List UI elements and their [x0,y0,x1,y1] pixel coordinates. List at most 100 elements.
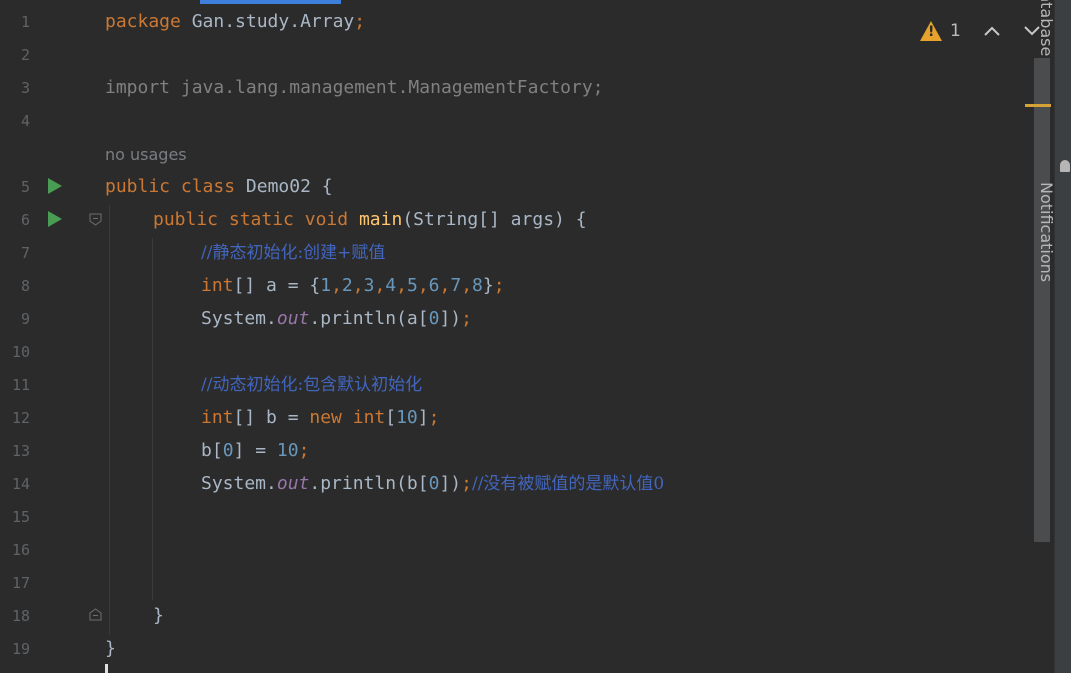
comma: , [352,275,364,296]
code-text: [] b = [233,407,310,428]
vertical-scrollbar[interactable] [1034,58,1050,542]
code-text: b[ [201,440,223,461]
code-line-14[interactable]: System.out.println(b[0]);//没有被赋值的是默认值0 [201,473,665,495]
no-usages-hint[interactable]: no usages [105,145,187,164]
number: 10 [396,407,418,428]
number: 4 [385,275,397,296]
code-text: [ [385,407,397,428]
code-text: .println(a[ [309,308,429,329]
code-line-13[interactable]: b[0] = 10; [201,441,309,461]
comma: , [374,275,386,296]
indent-guide [152,238,153,600]
keyword: public [105,176,171,197]
keyword: package [105,11,181,32]
line-number: 15 [11,508,30,526]
keyword: int [201,275,234,296]
comma: , [417,275,429,296]
comma: , [439,275,451,296]
code-line-5[interactable]: public class Demo02 { [105,177,333,197]
warning-icon[interactable]: ! [920,21,942,41]
class-decl: Demo02 { [235,176,333,197]
number: 2 [341,275,353,296]
semicolon: ; [298,440,310,461]
line-number: 19 [11,640,30,658]
number: 6 [428,275,440,296]
semicolon: ; [428,407,440,428]
line-number: 2 [20,46,30,64]
line-number: 8 [20,277,30,295]
code-text: ] [417,407,429,428]
indent-guide [109,205,110,635]
database-tool-tab[interactable]: Database [1037,0,1056,56]
number: 7 [450,275,462,296]
bell-icon[interactable] [1060,160,1070,172]
comment: //没有被赋值的是默认值0 [471,474,665,494]
keyword: int [352,407,386,428]
semicolon: ; [461,473,472,494]
code-line-18[interactable]: } [153,606,164,626]
code-text: ]) [439,308,462,329]
notifications-tool-tab[interactable]: Notifications [1037,182,1056,282]
warning-count[interactable]: 1 [950,21,961,41]
text-caret [105,664,108,673]
code-line-12[interactable]: int[] b = new int[10]; [201,408,439,428]
number: 1 [320,275,332,296]
line-number: 11 [11,376,30,394]
line-number: 12 [11,409,30,427]
comma: , [461,275,473,296]
keyword: new [309,407,342,428]
code-line-3[interactable]: import java.lang.management.ManagementFa… [105,78,604,98]
method-params: (String[] args) { [402,209,587,230]
line-number: 16 [11,541,30,559]
code-line-11[interactable]: //动态初始化:包含默认初始化 [201,375,422,395]
code-text: System. [201,308,277,329]
run-class-icon[interactable] [48,178,62,194]
fold-collapse-icon[interactable] [89,213,102,226]
code-line-9[interactable]: System.out.println(a[0]); [201,309,472,329]
number: 0 [222,440,234,461]
code-text: .println(b[ [309,473,429,494]
line-number: 1 [20,13,30,31]
line-number: 14 [11,475,30,493]
line-number: 5 [20,178,30,196]
code-text: } [482,275,494,296]
static-field: out [276,308,310,329]
number: 3 [363,275,375,296]
code-line-7[interactable]: //静态初始化:创建+赋值 [201,243,385,263]
active-tab-indicator [200,0,341,4]
fold-end-icon[interactable] [89,608,102,621]
chevron-up-icon[interactable] [979,18,1005,44]
keyword: public [153,209,219,230]
code-line-6[interactable]: public static void main(String[] args) { [153,210,587,230]
comma: , [331,275,342,296]
line-number: 9 [20,310,30,328]
comma: , [396,275,407,296]
keyword: class [180,176,236,197]
warning-stripe-marker[interactable] [1025,104,1051,107]
code-text: System. [201,473,277,494]
semicolon: ; [354,11,366,32]
method-name: main [358,209,403,230]
semicolon: ; [493,275,505,296]
code-text: ]) [439,473,462,494]
code-text: [] a = { [233,275,321,296]
number: 5 [406,275,418,296]
line-number: 4 [20,112,30,130]
number: 8 [472,275,483,296]
line-number: 17 [11,574,30,592]
line-number: 13 [11,442,30,460]
run-main-icon[interactable] [48,211,62,227]
number: 10 [276,440,299,461]
line-number: 7 [20,244,30,262]
line-number: 6 [20,211,30,229]
code-line-1[interactable]: package Gan.study.Array; [105,12,365,32]
line-number: 18 [11,607,30,625]
keyword: static [228,209,294,230]
code-line-19[interactable]: } [105,639,116,659]
editor-gutter [0,0,100,673]
inspection-widget[interactable]: ! 1 [920,18,1045,44]
code-text: ] = [233,440,277,461]
number: 0 [428,473,440,494]
code-line-8[interactable]: int[] a = {1,2,3,4,5,6,7,8}; [201,276,505,296]
keyword: int [201,407,234,428]
